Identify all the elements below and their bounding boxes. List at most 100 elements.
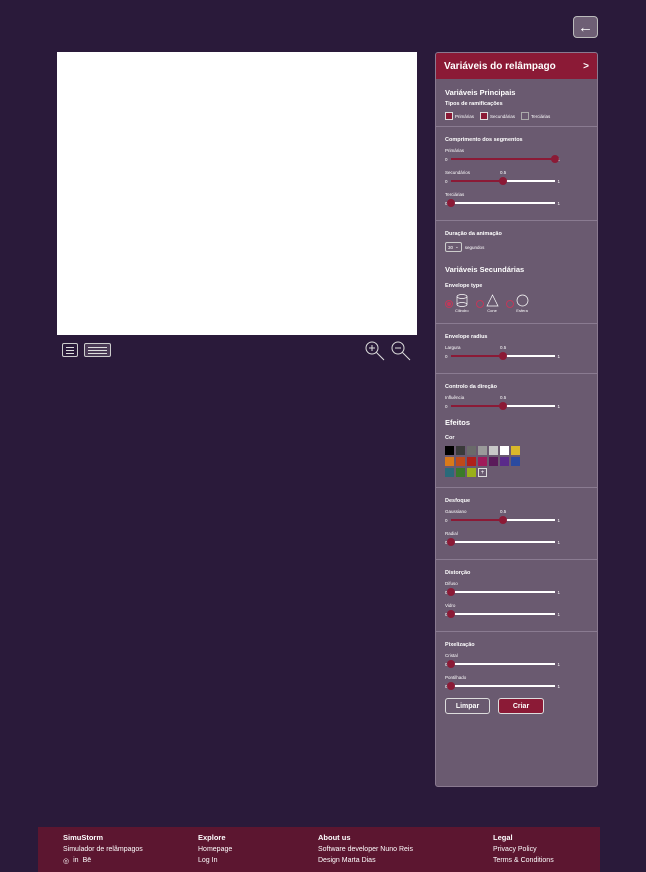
slider-handle[interactable] (446, 588, 455, 596)
slider-track[interactable] (446, 610, 555, 618)
slider-track[interactable] (450, 402, 555, 410)
slider-handle[interactable] (550, 155, 559, 163)
color-swatch[interactable] (489, 457, 498, 466)
slider-diffuse[interactable]: Difuso01 (445, 581, 588, 596)
color-swatch[interactable] (445, 468, 454, 477)
color-swatch[interactable] (467, 457, 476, 466)
slider-influence[interactable]: Influência 0.5 0 1 (445, 395, 588, 410)
footer-link-terms[interactable]: Terms & Conditions (493, 857, 554, 864)
slider-min: 0 (445, 403, 448, 409)
envelope-option-sphere[interactable]: Esfera (505, 294, 529, 313)
slider-dotted[interactable]: Pontilhado01 (445, 675, 588, 690)
slider-handle[interactable] (446, 538, 455, 546)
footer-link-homepage[interactable]: Homepage (198, 846, 232, 853)
checkbox-box[interactable] (445, 112, 453, 120)
color-swatch[interactable] (445, 446, 454, 455)
slider-label: Terciárias (445, 192, 465, 197)
slider-glass[interactable]: Vidro01 (445, 603, 588, 618)
color-swatch[interactable] (500, 446, 509, 455)
slider-fill (450, 519, 503, 521)
slider-track[interactable] (450, 155, 559, 163)
list-view-button[interactable] (62, 343, 78, 357)
slider-handle[interactable] (446, 682, 455, 690)
slider-gaussian[interactable]: Gaussiano 0.5 0 1 (445, 509, 588, 524)
slider-min: 0 (445, 156, 448, 162)
chevron-right-icon[interactable]: > (583, 61, 589, 72)
slider-track[interactable] (450, 352, 555, 360)
color-swatch[interactable] (467, 446, 476, 455)
color-swatch[interactable] (467, 468, 476, 477)
slider-track[interactable] (450, 177, 555, 185)
slider-tertiary[interactable]: Terciárias01 (445, 192, 588, 207)
slider-label: Pontilhado (445, 675, 467, 680)
slider-handle[interactable] (446, 610, 455, 618)
footer-brand: SimuStorm (63, 833, 104, 842)
footer-link-design[interactable]: Design Marta Dias (318, 857, 413, 864)
color-swatch[interactable] (511, 457, 520, 466)
slider-primary[interactable]: Primárias 0 1 (445, 148, 588, 163)
slider-crystal[interactable]: Cristal01 (445, 653, 588, 668)
back-button[interactable]: ← (573, 16, 598, 38)
radio-button[interactable] (445, 299, 453, 308)
slider-track[interactable] (450, 516, 555, 524)
slider-radial[interactable]: Radial01 (445, 531, 588, 546)
clear-button[interactable]: Limpar (445, 698, 490, 714)
slider-min: 0 (445, 353, 448, 359)
instagram-icon[interactable]: ◎ (63, 857, 69, 865)
envelope-option-cylinder[interactable]: Cilindro (445, 294, 469, 313)
slider-handle[interactable] (498, 402, 507, 410)
slider-track[interactable] (446, 538, 555, 546)
slider-max: 1 (557, 683, 561, 689)
slider-secondary[interactable]: Secundários 0.5 0 1 (445, 170, 588, 185)
checkbox-primary[interactable]: Primárias (445, 112, 474, 120)
slider-handle[interactable] (498, 352, 507, 360)
zoom-in-icon[interactable] (364, 340, 386, 362)
direction-label: Controlo da direção (445, 384, 497, 390)
slider-track[interactable] (446, 660, 555, 668)
color-swatch[interactable] (500, 457, 509, 466)
slider-handle[interactable] (446, 199, 455, 207)
behance-icon[interactable]: Bē (83, 857, 92, 865)
linkedin-icon[interactable]: in (73, 857, 78, 865)
slider-width[interactable]: Largura 0.5 0 1 (445, 345, 588, 360)
create-button[interactable]: Criar (498, 698, 544, 714)
color-swatch[interactable] (489, 446, 498, 455)
color-swatch[interactable] (511, 446, 520, 455)
distortion-label: Distorção (445, 570, 471, 576)
checkbox-box[interactable] (480, 112, 489, 120)
lightning-canvas[interactable] (57, 52, 417, 335)
slider-handle[interactable] (498, 516, 507, 524)
slider-min: 0 (445, 517, 448, 523)
slider-handle[interactable] (446, 660, 455, 668)
panel-header[interactable]: Variáveis do relâmpago > (436, 53, 597, 79)
footer-link-developer[interactable]: Software developer Nuno Reis (318, 846, 413, 853)
zoom-out-icon[interactable] (390, 340, 412, 362)
radio-button[interactable] (475, 299, 484, 308)
color-swatch[interactable] (478, 457, 487, 466)
radio-button[interactable] (505, 299, 514, 308)
slider-max: 1 (557, 517, 561, 523)
slider-track[interactable] (446, 199, 555, 207)
add-color-button[interactable]: + (478, 468, 487, 477)
color-swatch[interactable] (456, 457, 465, 466)
color-swatch[interactable] (445, 457, 454, 466)
slider-value-label: 0.5 (500, 395, 507, 400)
envelope-option-cone[interactable]: Cone (475, 294, 499, 313)
slider-handle[interactable] (498, 177, 507, 185)
footer-link-login[interactable]: Log In (198, 857, 232, 864)
checkbox-tertiary[interactable]: Terciárias (521, 112, 550, 120)
color-swatch[interactable] (456, 446, 465, 455)
footer: SimuStorm Simulador de relâmpagos ◎ in B… (38, 827, 600, 872)
checkbox-box[interactable] (521, 112, 530, 120)
wide-view-button[interactable] (84, 343, 111, 357)
slider-track[interactable] (446, 682, 555, 690)
footer-link-privacy[interactable]: Privacy Policy (493, 846, 554, 853)
checkbox-secondary[interactable]: Secundárias (480, 112, 515, 120)
color-swatch[interactable] (478, 446, 487, 455)
duration-select[interactable]: 30 ⌄ (445, 242, 462, 252)
color-swatch[interactable] (456, 468, 465, 477)
slider-fill (450, 355, 503, 357)
sphere-icon (516, 294, 528, 307)
slider-track[interactable] (446, 588, 555, 596)
slider-label: Radial (445, 531, 458, 536)
